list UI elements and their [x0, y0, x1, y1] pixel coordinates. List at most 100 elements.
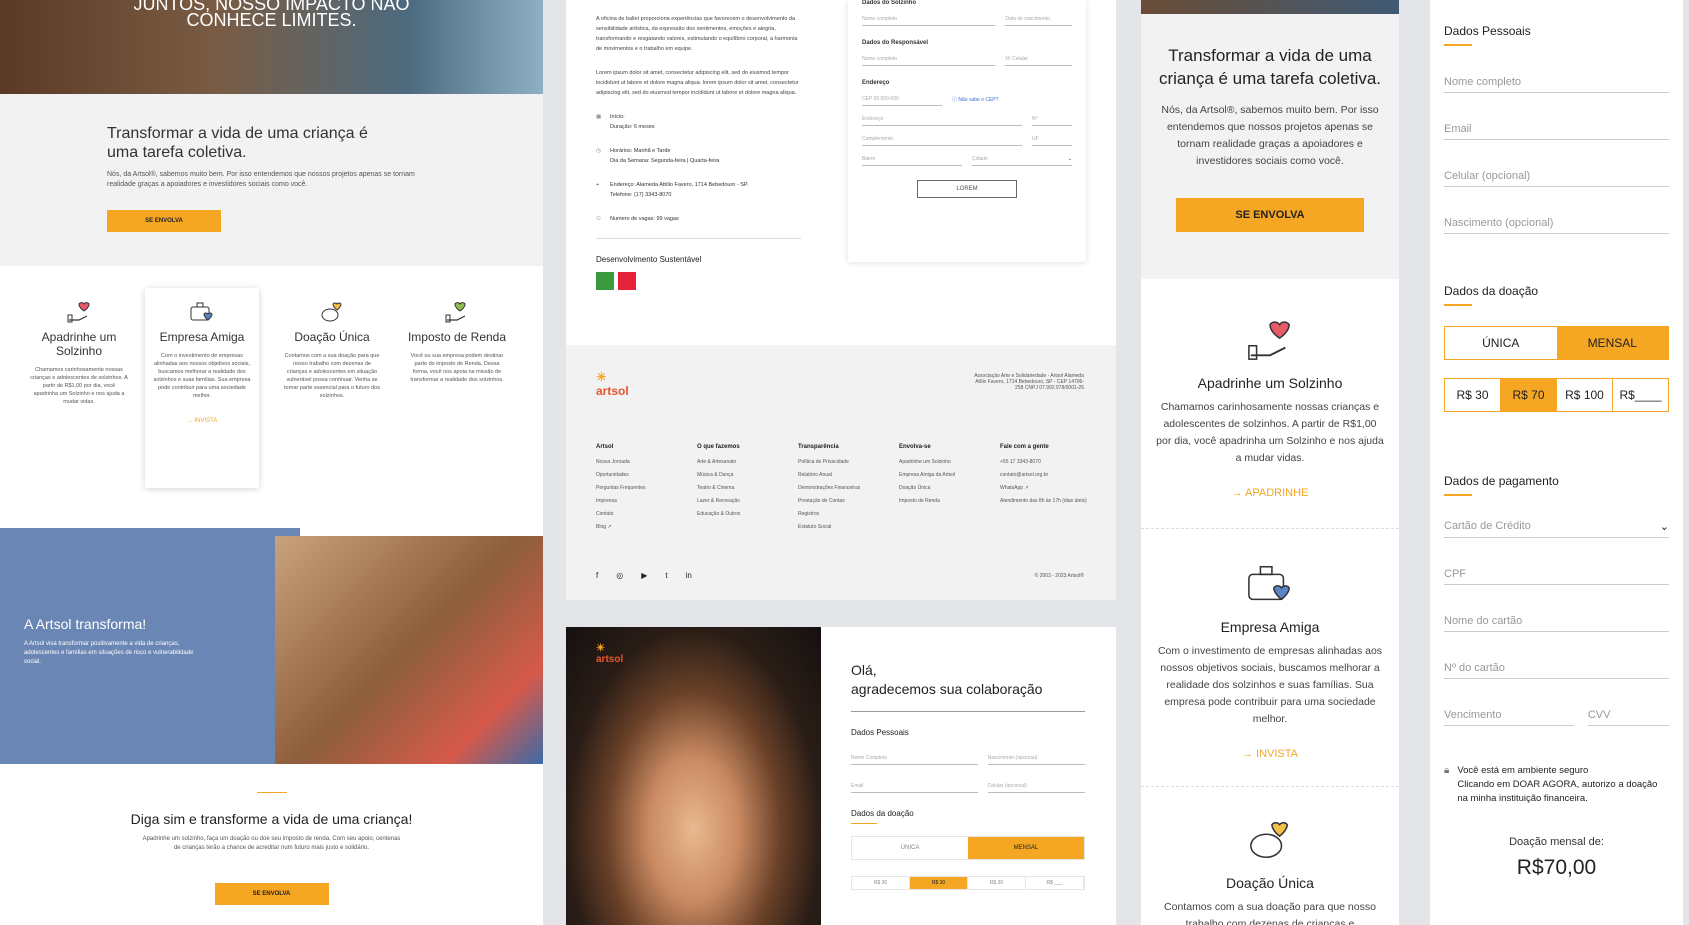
card-empresa-amiga[interactable]: Empresa Amiga Com o investimento de empr…: [145, 288, 259, 488]
footer-link[interactable]: Teatro & Cinema: [697, 482, 798, 495]
artsol-logo[interactable]: ☀ artsol: [596, 643, 623, 665]
youtube-icon[interactable]: ▶: [641, 571, 647, 580]
complement-field[interactable]: Complemento: [862, 136, 1022, 146]
guardian-name-field[interactable]: Nome completo: [862, 56, 996, 66]
amount-option[interactable]: R$ 30: [968, 877, 1026, 889]
footer-link[interactable]: Demonstrações Financeiras: [798, 482, 899, 495]
mensal-option[interactable]: MENSAL: [1556, 327, 1668, 359]
donation-form: Olá, agradecemos sua colaboração Dados Pe…: [851, 661, 1085, 890]
amount-custom-option[interactable]: R$____: [1613, 379, 1668, 411]
footer-link[interactable]: Música & Dança: [697, 469, 798, 482]
invista-link[interactable]: → INVISTA: [145, 418, 259, 424]
twitter-icon[interactable]: t: [665, 571, 667, 580]
footer-link[interactable]: Blog ↗: [596, 521, 697, 534]
card-type-select[interactable]: Cartão de Crédito ⌄: [1444, 520, 1669, 538]
sun-icon: ☀: [596, 643, 605, 654]
card-title: Empresa Amiga: [1220, 619, 1320, 635]
instagram-icon[interactable]: ◎: [616, 571, 623, 580]
mensal-option[interactable]: MENSAL: [968, 837, 1084, 859]
card-apadrinhe[interactable]: Apadrinhe um Solzinho Chamamos carinhosa…: [22, 288, 136, 406]
footer-link[interactable]: Arte & Artesanato: [697, 456, 798, 469]
footer-link[interactable]: Registros: [798, 508, 899, 521]
phone-field[interactable]: Celular (opcional): [987, 783, 1085, 793]
footer-link[interactable]: Imposto de Renda: [899, 495, 1000, 508]
email-field[interactable]: Email: [851, 783, 978, 793]
footer-link[interactable]: Estatuto Social: [798, 521, 899, 534]
amount-custom-option[interactable]: R$ ___: [1026, 877, 1084, 889]
district-field[interactable]: Bairro: [862, 156, 962, 166]
enrollment-form: Dados do Solzinho Nome completo Data de n…: [848, 0, 1086, 262]
guardian-phone-field[interactable]: Nº Celular: [1005, 56, 1072, 66]
child-birth-field[interactable]: Data de nascimento: [1005, 16, 1072, 26]
transform-text-block: A Artsol transforma! A Artsol visa trans…: [24, 616, 194, 667]
unica-option[interactable]: ÚNICA: [852, 837, 968, 859]
project-lorem: Lorem ipsum dolor sit amet, consectetur …: [596, 70, 799, 96]
amount-option[interactable]: R$ 100: [1557, 379, 1613, 411]
city-select[interactable]: Cidade ⌄: [972, 156, 1072, 166]
facebook-icon[interactable]: f: [596, 571, 598, 580]
footer-link[interactable]: Nossa Jornada: [596, 456, 697, 469]
phone-field[interactable]: Celular (opcional): [1444, 170, 1669, 187]
footer-link[interactable]: Educação & Outros: [697, 508, 798, 521]
ods-badge-green[interactable]: [596, 272, 614, 290]
card-apadrinhe: Apadrinhe um Solzinho Chamamos carinhosa…: [1141, 279, 1399, 529]
footer-link[interactable]: Prestação de Contas: [798, 495, 899, 508]
lorem-button[interactable]: LOREM: [917, 180, 1017, 198]
footer-link[interactable]: Empresa Amiga da Artsol: [899, 469, 1000, 482]
footer-link[interactable]: +55 17 3343-8070: [1000, 456, 1101, 469]
donation-page-desktop: ☀ artsol Olá, agradecemos sua colaboração …: [566, 627, 1116, 925]
footer-link[interactable]: Oportunidades: [596, 469, 697, 482]
cep-help-link[interactable]: ⓘ Não sabe o CEP?: [952, 96, 998, 106]
se-envolva-bottom-button[interactable]: SE ENVOLVA: [214, 883, 329, 905]
hand-heart-icon: [1141, 307, 1399, 363]
cep-field[interactable]: CEP 00.000-000: [862, 96, 942, 106]
birth-field[interactable]: Nascimento (opcional): [1444, 217, 1669, 234]
expiry-field[interactable]: Vencimento: [1444, 709, 1574, 726]
card-text: Contamos com a sua doação para que nosso…: [1164, 901, 1376, 925]
lock-icon: 🔒︎: [1444, 765, 1450, 776]
amount-option-selected[interactable]: R$ 30: [910, 877, 968, 889]
address-field[interactable]: Endereço: [862, 116, 1022, 126]
card-number-field[interactable]: Nº do cartão: [1444, 662, 1669, 679]
card-doacao-unica[interactable]: Doação Única Contamos com a sua doação p…: [275, 288, 389, 400]
amount-option-selected[interactable]: R$ 70: [1501, 379, 1557, 411]
number-field[interactable]: Nº: [1032, 116, 1072, 126]
personal-data-title: Dados Pessoais: [851, 728, 909, 737]
footer-link[interactable]: Perguntas Frequentes: [596, 482, 697, 495]
intro-title: Transformar a vida de uma criança é uma …: [107, 125, 368, 161]
footer-link[interactable]: Contato: [596, 508, 697, 521]
donation-total: Doação mensal de: R$70,00: [1444, 836, 1669, 880]
uf-field[interactable]: UF: [1032, 136, 1072, 146]
artsol-logo[interactable]: ☀ artsol: [596, 370, 629, 398]
cpf-field[interactable]: CPF: [1444, 568, 1669, 585]
child-name-field[interactable]: Nome completo: [862, 16, 996, 26]
footer-link[interactable]: WhatsApp ↗: [1000, 482, 1101, 495]
footer-link[interactable]: Relatório Anual: [798, 469, 899, 482]
apadrinhe-link[interactable]: → APADRINHE: [1141, 487, 1399, 499]
amount-option[interactable]: R$ 30: [852, 877, 910, 889]
se-envolva-button[interactable]: SE ENVOLVA: [1176, 198, 1364, 232]
card-name-field[interactable]: Nome do cartão: [1444, 615, 1669, 632]
email-field[interactable]: Email: [1444, 123, 1669, 140]
linkedin-icon[interactable]: in: [686, 571, 692, 580]
footer-link[interactable]: Apadrinhe um Solzinho: [899, 456, 1000, 469]
footer-link[interactable]: Doação Única: [899, 482, 1000, 495]
card-text: Chamamos carinhosamente nossas crianças …: [1156, 401, 1384, 464]
full-name-field[interactable]: Nome completo: [1444, 76, 1669, 93]
footer-link[interactable]: contato@artsol.org.br: [1000, 469, 1101, 482]
full-name-field[interactable]: Nome Completo: [851, 755, 978, 765]
donation-data-title: Dados da doação: [851, 809, 914, 818]
footer-link[interactable]: Política de Privacidade: [798, 456, 899, 469]
unica-option[interactable]: ÚNICA: [1445, 327, 1557, 359]
birth-field[interactable]: Nascimento (opcional): [987, 755, 1085, 765]
footer-link[interactable]: Imprensa: [596, 495, 697, 508]
cvv-field[interactable]: CVV: [1587, 709, 1669, 726]
se-envolva-button[interactable]: SE ENVOLVA: [107, 210, 221, 232]
invista-link[interactable]: → INVISTA: [1141, 748, 1399, 760]
amount-option[interactable]: R$ 30: [1445, 379, 1501, 411]
engagement-cards: Apadrinhe um Solzinho Chamamos carinhosa…: [0, 266, 543, 528]
footer-link[interactable]: Lazer & Recreação: [697, 495, 798, 508]
hand-heart-green-icon: [400, 288, 514, 324]
ods-badge-red[interactable]: [618, 272, 636, 290]
card-imposto-renda[interactable]: Imposto de Renda Você ou sua empresa pod…: [400, 288, 514, 384]
